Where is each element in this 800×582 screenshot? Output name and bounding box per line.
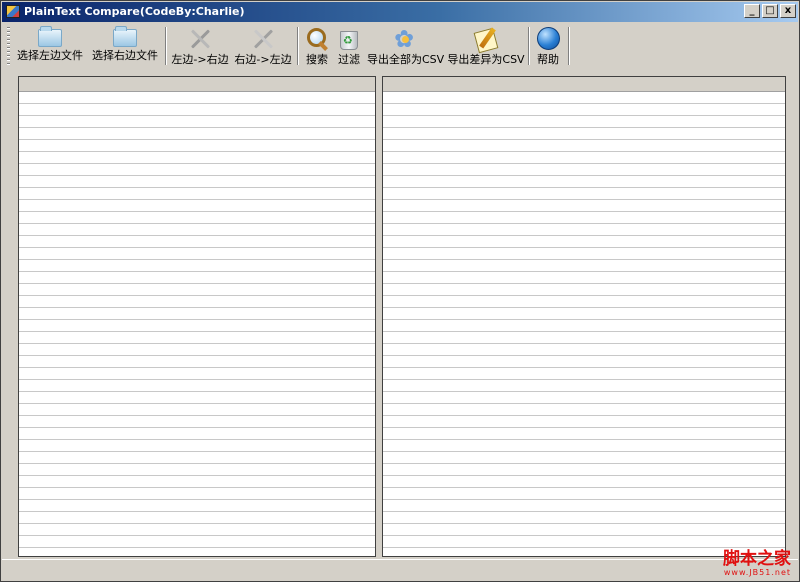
search-label: 搜索 (306, 53, 328, 66)
toolbar-grip[interactable] (7, 27, 10, 65)
minimize-button[interactable]: _ (744, 4, 760, 18)
select-left-file-label: 选择左边文件 (17, 49, 83, 62)
recycle-bin-icon (339, 27, 359, 51)
tools-icon (188, 27, 212, 51)
close-button[interactable]: x (780, 4, 796, 18)
site-watermark: 脚本之家 www.JB51.net (723, 551, 791, 577)
app-window: PlainText Compare(CodeBy:Charlie) _ □ x … (0, 0, 800, 582)
tools-icon (251, 27, 275, 51)
left-panel-header (19, 77, 375, 92)
export-diff-csv-label: 导出差异为CSV (447, 53, 525, 66)
window-title: PlainText Compare(CodeBy:Charlie) (24, 5, 245, 18)
maximize-button[interactable]: □ (762, 4, 778, 18)
select-right-file-button[interactable]: 选择右边文件 (90, 25, 160, 67)
watermark-main-text: 脚本之家 (723, 549, 791, 569)
right-text-panel[interactable] (382, 76, 786, 557)
help-label: 帮助 (537, 53, 559, 66)
watermark-url-text: www.JB51.net (723, 568, 791, 577)
export-all-csv-button[interactable]: 导出全部为CSV (367, 25, 445, 67)
toolbar-separator (528, 27, 530, 65)
export-all-csv-label: 导出全部为CSV (367, 53, 445, 66)
right-panel-header (383, 77, 785, 92)
copy-right-to-left-button[interactable]: 右边->左边 (233, 25, 293, 67)
status-bar (2, 559, 798, 580)
flower-icon (393, 25, 417, 53)
copy-left-to-right-button[interactable]: 左边->右边 (170, 25, 230, 67)
app-icon[interactable] (6, 5, 20, 18)
help-globe-icon (536, 27, 560, 51)
toolbar-separator (165, 27, 167, 65)
copy-right-to-left-label: 右边->左边 (234, 53, 292, 66)
filter-button[interactable]: 过滤 (334, 25, 364, 67)
select-right-file-label: 选择右边文件 (92, 49, 158, 62)
filter-label: 过滤 (338, 53, 360, 66)
export-diff-csv-button[interactable]: 导出差异为CSV (447, 25, 525, 67)
toolbar-separator (568, 27, 570, 65)
folder-icon (38, 26, 62, 47)
left-text-panel[interactable] (18, 76, 376, 557)
search-button[interactable]: 搜索 (302, 25, 332, 67)
toolbar-separator (297, 27, 299, 65)
right-panel-rows[interactable] (383, 92, 785, 556)
title-bar[interactable]: PlainText Compare(CodeBy:Charlie) _ □ x (2, 2, 798, 22)
left-panel-rows[interactable] (19, 92, 375, 556)
select-left-file-button[interactable]: 选择左边文件 (15, 25, 85, 67)
copy-left-to-right-label: 左边->右边 (171, 53, 229, 66)
search-icon (305, 27, 329, 51)
folder-icon (113, 26, 137, 47)
window-controls: _ □ x (742, 4, 796, 18)
help-button[interactable]: 帮助 (532, 25, 564, 67)
pencil-icon (473, 27, 499, 51)
toolbar: 选择左边文件 选择右边文件 左边->右边 右边->左边 搜索 过滤 导出全部为C… (2, 23, 798, 69)
